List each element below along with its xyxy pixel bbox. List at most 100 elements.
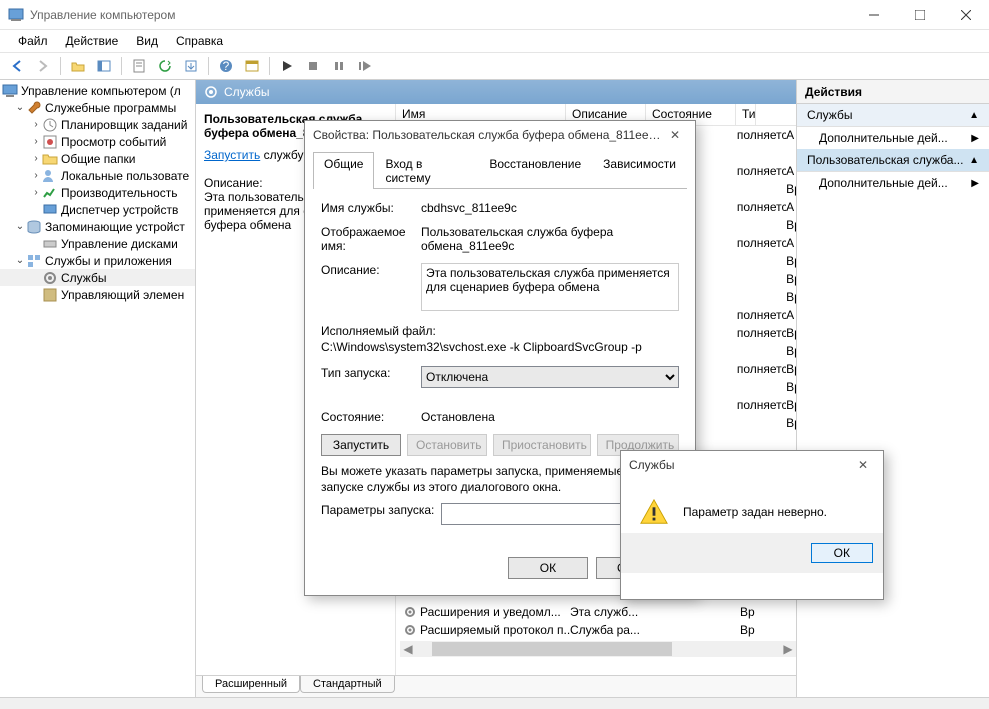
perf-icon — [42, 185, 58, 201]
actions-sec-current[interactable]: Пользовательская служба...▲ — [797, 149, 989, 172]
service-row[interactable]: Расширения и уведомл...Эта служб...Вр — [396, 603, 796, 621]
desc-textarea[interactable]: Эта пользовательская служба применяется … — [421, 263, 679, 311]
tab-extended[interactable]: Расширенный — [202, 676, 300, 693]
svg-text:?: ? — [223, 59, 230, 73]
dialog-tabs: Общие Вход в систему Восстановление Зави… — [313, 151, 687, 189]
start-link[interactable]: Запустить — [204, 148, 260, 162]
tree-services[interactable]: Службы — [0, 269, 195, 286]
tree-wmi[interactable]: Управляющий элемен — [0, 286, 195, 303]
gear-icon — [204, 85, 218, 99]
back-button[interactable] — [6, 55, 28, 77]
computer-icon — [2, 83, 18, 99]
lbl-svcname: Имя службы: — [321, 201, 421, 215]
users-icon — [42, 168, 58, 184]
tree-diskmgmt[interactable]: Управление дисками — [0, 235, 195, 252]
col-type[interactable]: Ти — [736, 104, 756, 125]
gear-icon — [42, 270, 58, 286]
export-button[interactable] — [180, 55, 202, 77]
tree-shared[interactable]: ›Общие папки — [0, 150, 195, 167]
refresh-button[interactable] — [154, 55, 176, 77]
tree-scheduler[interactable]: ›Планировщик заданий — [0, 116, 195, 133]
tree-localusers[interactable]: ›Локальные пользовате — [0, 167, 195, 184]
tree-svcapps[interactable]: ⌄Службы и приложения — [0, 252, 195, 269]
tab-logon[interactable]: Вход в систему — [374, 152, 478, 189]
startup-select[interactable]: Отключена — [421, 366, 679, 388]
tree-pane: Управление компьютером (л ⌄ Служебные пр… — [0, 80, 196, 697]
msg-title: Службы — [629, 458, 851, 472]
lbl-params: Параметры запуска: — [321, 503, 441, 517]
actions-sec-services[interactable]: Службы▲ — [797, 104, 989, 127]
menu-file[interactable]: Файл — [10, 32, 56, 50]
stop-service-button[interactable] — [302, 55, 324, 77]
menu-view[interactable]: Вид — [128, 32, 166, 50]
titlebar: Управление компьютером — [0, 0, 989, 30]
pause-button: Приостановить — [493, 434, 591, 456]
event-icon — [42, 134, 58, 150]
lbl-state: Состояние: — [321, 410, 421, 424]
restart-service-button[interactable] — [354, 55, 376, 77]
detail-button[interactable] — [241, 55, 263, 77]
apps-icon — [26, 253, 42, 269]
val-dispname: Пользовательская служба буфера обмена_81… — [421, 225, 679, 253]
tree-devmgr[interactable]: Диспетчер устройств — [0, 201, 195, 218]
tree-perf[interactable]: ›Производительность — [0, 184, 195, 201]
horizontal-scrollbar[interactable]: ◀ ▶ — [400, 641, 796, 657]
val-state: Остановлена — [421, 410, 679, 424]
actions-header: Действия — [797, 80, 989, 104]
properties-button[interactable] — [128, 55, 150, 77]
msg-text: Параметр задан неверно. — [683, 505, 827, 519]
lbl-exe: Исполняемый файл: — [321, 324, 679, 338]
storage-icon — [26, 219, 42, 235]
actions-more-2[interactable]: Дополнительные дей...▶ — [797, 172, 989, 194]
val-exe: C:\Windows\system32\svchost.exe -k Clipb… — [321, 340, 679, 354]
lbl-dispname: Отображаемое имя: — [321, 225, 421, 253]
clock-icon — [42, 117, 58, 133]
folder-button[interactable] — [67, 55, 89, 77]
pause-service-button[interactable] — [328, 55, 350, 77]
tab-standard[interactable]: Стандартный — [300, 676, 395, 693]
warning-icon — [639, 497, 669, 527]
msg-ok-button[interactable]: ОК — [811, 543, 873, 563]
msg-close-button[interactable]: ✕ — [851, 458, 875, 472]
stop-button: Остановить — [407, 434, 487, 456]
app-icon — [8, 7, 24, 23]
tab-general[interactable]: Общие — [313, 152, 374, 189]
menu-action[interactable]: Действие — [58, 32, 127, 50]
tab-recovery[interactable]: Восстановление — [478, 152, 592, 189]
window-title: Управление компьютером — [30, 8, 851, 22]
tab-deps[interactable]: Зависимости — [592, 152, 687, 189]
start-button[interactable]: Запустить — [321, 434, 401, 456]
start-service-button[interactable] — [276, 55, 298, 77]
wmi-icon — [42, 287, 58, 303]
menubar: Файл Действие Вид Справка — [0, 30, 989, 52]
device-icon — [42, 202, 58, 218]
message-dialog: Службы ✕ Параметр задан неверно. ОК — [620, 450, 884, 600]
minimize-button[interactable] — [851, 0, 897, 30]
bottom-tabs: Расширенный Стандартный — [196, 675, 796, 697]
close-button[interactable] — [943, 0, 989, 30]
forward-button[interactable] — [32, 55, 54, 77]
tree-root[interactable]: Управление компьютером (л — [0, 82, 195, 99]
tree-eventviewer[interactable]: ›Просмотр событий — [0, 133, 195, 150]
maximize-button[interactable] — [897, 0, 943, 30]
disk-icon — [42, 236, 58, 252]
wrench-icon — [26, 100, 42, 116]
actions-pane: Действия Службы▲ Дополнительные дей...▶ … — [797, 80, 989, 697]
tree-utilities[interactable]: ⌄ Служебные программы — [0, 99, 195, 116]
lbl-startup: Тип запуска: — [321, 366, 421, 380]
center-header: Службы — [196, 80, 796, 104]
toolbar: ? — [0, 52, 989, 80]
statusbar — [0, 697, 989, 709]
service-row[interactable]: Расширяемый протокол п...Служба ра...Вр — [396, 621, 796, 639]
dialog-close-button[interactable]: ✕ — [663, 128, 687, 142]
lbl-desc: Описание: — [321, 263, 421, 277]
folder-shared-icon — [42, 151, 58, 167]
ok-button[interactable]: ОК — [508, 557, 588, 579]
menu-help[interactable]: Справка — [168, 32, 231, 50]
dialog-title: Свойства: Пользовательская служба буфера… — [313, 128, 663, 142]
show-hide-button[interactable] — [93, 55, 115, 77]
actions-more-1[interactable]: Дополнительные дей...▶ — [797, 127, 989, 149]
help-button[interactable]: ? — [215, 55, 237, 77]
val-svcname: cbdhsvc_811ee9c — [421, 201, 679, 215]
tree-storage[interactable]: ⌄Запоминающие устройст — [0, 218, 195, 235]
